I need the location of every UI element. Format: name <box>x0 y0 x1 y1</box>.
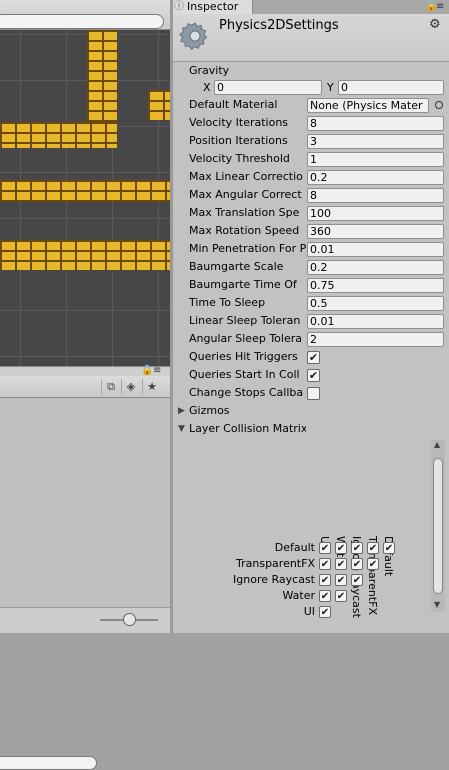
inspector-scrollbar[interactable]: ▲ ▼ <box>431 440 445 612</box>
matrix-checkbox[interactable] <box>335 558 347 570</box>
min-penetration-field[interactable]: 0.01 <box>307 242 444 257</box>
gravity-y-field[interactable]: 0 <box>338 80 444 95</box>
gravity-label: Gravity <box>189 64 230 77</box>
scene-toolbar <box>0 0 170 30</box>
matrix-row-label: Ignore Raycast <box>233 573 315 586</box>
matrix-row-label: TransparentFX <box>236 557 315 570</box>
panel-menu-icon[interactable]: ≡ <box>153 366 161 376</box>
matrix-checkbox[interactable] <box>335 590 347 602</box>
queries-hit-triggers-label: Queries Hit Triggers <box>189 350 298 363</box>
matrix-checkbox[interactable] <box>335 542 347 554</box>
matrix-checkbox[interactable] <box>383 542 395 554</box>
matrix-row-label: Default <box>274 541 315 554</box>
inspector-tabbar: ⓘ Inspector 🔒 ≡ <box>173 0 449 14</box>
matrix-row-label: Water <box>282 589 315 602</box>
project-search-field[interactable] <box>0 756 97 770</box>
min-penetration-label: Min Penetration For P <box>189 242 306 255</box>
matrix-checkbox[interactable] <box>319 590 331 602</box>
matrix-checkbox[interactable] <box>367 558 379 570</box>
settings-gear-icon[interactable]: ⚙ <box>429 17 441 32</box>
max-translation-speed-field[interactable]: 100 <box>307 206 444 221</box>
time-to-sleep-label: Time To Sleep <box>189 296 266 309</box>
baumgarte-scale-field[interactable]: 0.2 <box>307 260 444 275</box>
object-picker-icon[interactable] <box>435 101 443 109</box>
layer-collision-matrix-label[interactable]: Layer Collision Matrix <box>189 421 306 437</box>
brick-tile <box>87 30 117 130</box>
matrix-checkbox[interactable] <box>319 606 331 618</box>
favorites-star-icon[interactable]: ★ <box>142 379 161 395</box>
gravity-x-label: X <box>203 81 211 94</box>
zoom-slider-knob[interactable] <box>123 613 136 626</box>
brick-tile <box>0 180 170 202</box>
search-by-label-icon[interactable]: ◈ <box>121 379 140 395</box>
page-title: Physics2DSettings <box>219 18 339 33</box>
matrix-foldout-arrow-icon[interactable]: ▼ <box>178 421 185 437</box>
gravity-x-field[interactable]: 0 <box>214 80 322 95</box>
matrix-checkbox[interactable] <box>367 542 379 554</box>
queries-hit-triggers-checkbox[interactable] <box>307 351 320 364</box>
panel-menu-icon[interactable]: ≡ <box>436 0 444 14</box>
change-stops-callbacks-label: Change Stops Callba <box>189 386 304 399</box>
max-angular-correction-field[interactable]: 8 <box>307 188 444 203</box>
brick-tile <box>0 122 117 148</box>
matrix-checkbox[interactable] <box>319 574 331 586</box>
position-iterations-field[interactable]: 3 <box>307 134 444 149</box>
matrix-column-label: Default <box>382 536 395 577</box>
tab-inspector[interactable]: ⓘ Inspector <box>173 0 253 14</box>
gizmos-foldout-arrow-icon[interactable]: ▶ <box>178 403 185 419</box>
brick-tile <box>0 240 170 270</box>
matrix-checkbox[interactable] <box>335 574 347 586</box>
search-by-type-icon[interactable]: ⧉ <box>101 379 120 395</box>
gizmos-foldout-label[interactable]: Gizmos <box>189 403 306 419</box>
linear-sleep-tolerance-label: Linear Sleep Toleran <box>189 314 301 327</box>
matrix-checkbox[interactable] <box>351 558 363 570</box>
change-stops-callbacks-checkbox[interactable] <box>307 387 320 400</box>
info-icon: ⓘ <box>174 1 184 12</box>
time-to-sleep-field[interactable]: 0.5 <box>307 296 444 311</box>
brick-tile <box>148 90 170 120</box>
inspector-header: Physics2DSettings ⚙ <box>173 14 449 62</box>
velocity-threshold-label: Velocity Threshold <box>189 152 290 165</box>
velocity-iterations-label: Velocity Iterations <box>189 116 289 129</box>
velocity-threshold-field[interactable]: 1 <box>307 152 444 167</box>
project-browser[interactable] <box>0 398 170 607</box>
matrix-checkbox[interactable] <box>319 558 331 570</box>
angular-sleep-tolerance-label: Angular Sleep Tolera <box>189 332 302 345</box>
queries-start-in-colliders-checkbox[interactable] <box>307 369 320 382</box>
matrix-row-label: UI <box>303 605 315 618</box>
max-angular-correction-label: Max Angular Correct <box>189 188 302 201</box>
baumgarte-time-of-impact-label: Baumgarte Time Of <box>189 278 297 291</box>
tab-label: Inspector <box>187 0 239 13</box>
position-iterations-label: Position Iterations <box>189 134 288 147</box>
max-translation-speed-label: Max Translation Spe <box>189 206 300 219</box>
scroll-up-arrow-icon[interactable]: ▲ <box>434 440 440 449</box>
max-linear-correction-label: Max Linear Correctio <box>189 170 303 183</box>
default-material-field[interactable]: None (Physics Mater <box>307 98 429 113</box>
scrollbar-thumb[interactable] <box>433 458 443 594</box>
inspector-panel: ⓘ Inspector 🔒 ≡ Physics2DSettings ⚙ Grav… <box>173 0 449 633</box>
scene-search-field[interactable] <box>0 14 164 29</box>
max-linear-correction-field[interactable]: 0.2 <box>307 170 444 185</box>
scene-view[interactable] <box>0 30 170 366</box>
max-rotation-speed-field[interactable]: 360 <box>307 224 444 239</box>
velocity-iterations-field[interactable]: 8 <box>307 116 444 131</box>
max-rotation-speed-label: Max Rotation Speed <box>189 224 300 237</box>
angular-sleep-tolerance-field[interactable]: 2 <box>307 332 444 347</box>
lock-icon[interactable]: 🔒 <box>141 366 153 376</box>
linear-sleep-tolerance-field[interactable]: 0.01 <box>307 314 444 329</box>
queries-start-in-colliders-label: Queries Start In Coll <box>189 368 300 381</box>
baumgarte-time-of-impact-field[interactable]: 0.75 <box>307 278 444 293</box>
matrix-checkbox[interactable] <box>351 542 363 554</box>
scroll-down-arrow-icon[interactable]: ▼ <box>434 600 440 609</box>
default-material-label: Default Material <box>189 98 278 111</box>
gear-icon <box>179 22 208 50</box>
left-panels: 🔒 ≡ ⧉ ◈ ★ <box>0 0 170 770</box>
gravity-y-label: Y <box>327 81 334 94</box>
matrix-checkbox[interactable] <box>351 574 363 586</box>
baumgarte-scale-label: Baumgarte Scale <box>189 260 284 273</box>
matrix-checkbox[interactable] <box>319 542 331 554</box>
